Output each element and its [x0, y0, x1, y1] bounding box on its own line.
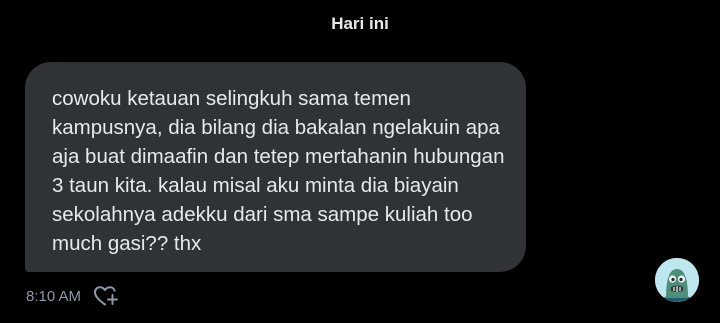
- message-text: cowoku ketauan selingkuh sama temen kamp…: [52, 87, 505, 255]
- avatar-image: [655, 258, 699, 302]
- heart-plus-icon[interactable]: [93, 284, 119, 308]
- message-time: 8:10 AM: [26, 287, 82, 305]
- message-meta: 8:10 AM: [26, 284, 119, 308]
- message-bubble[interactable]: cowoku ketauan selingkuh sama temen kamp…: [25, 62, 526, 272]
- date-separator: Hari ini: [331, 14, 389, 33]
- avatar[interactable]: [655, 258, 699, 302]
